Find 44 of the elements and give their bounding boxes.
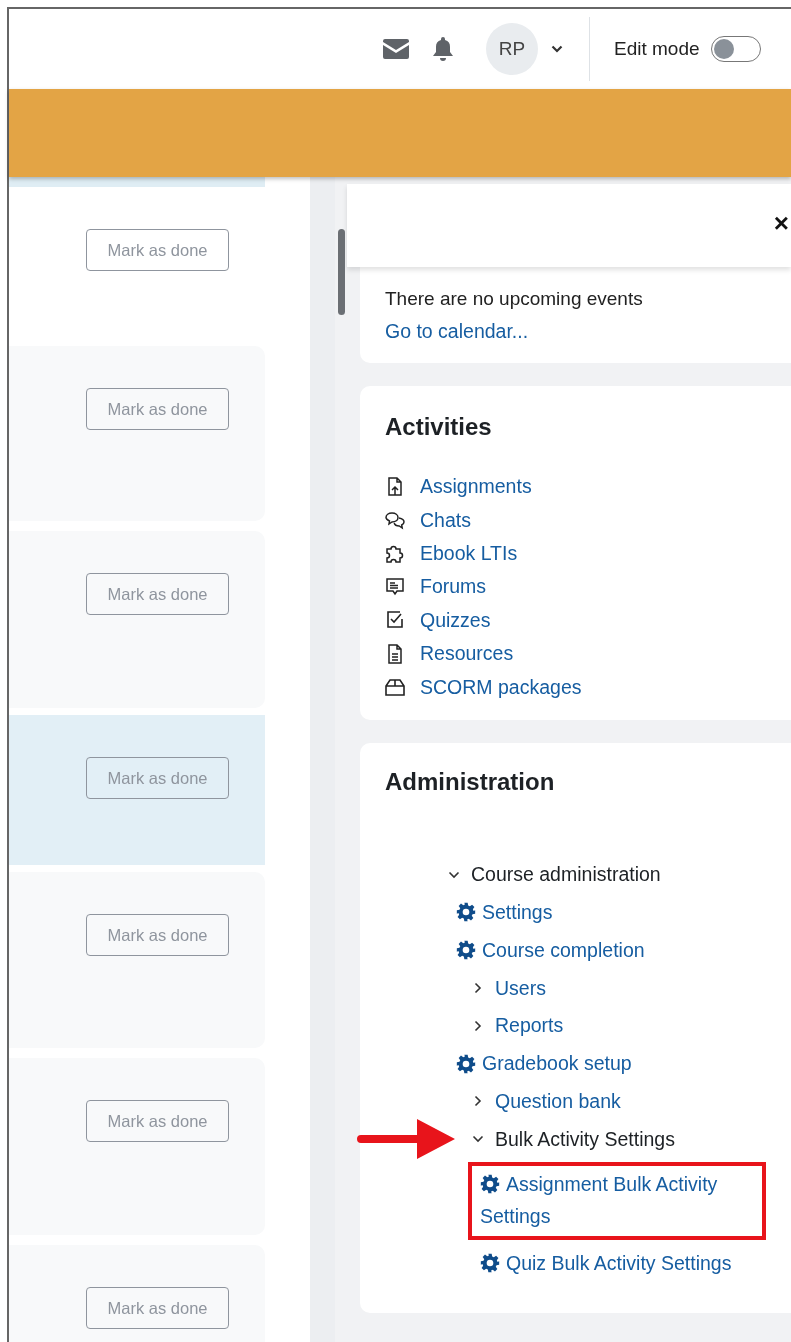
- activity-link[interactable]: Quizzes: [420, 608, 491, 632]
- chevron-right-icon[interactable]: [472, 982, 484, 994]
- card-title: Administration: [385, 766, 556, 797]
- chat-bubbles-icon: [385, 510, 405, 531]
- mail-icon[interactable]: [383, 39, 409, 59]
- checkbox-icon: [385, 610, 405, 631]
- gear-icon: [456, 902, 476, 923]
- forum-icon: [385, 576, 405, 597]
- activity-link[interactable]: Resources: [420, 642, 514, 666]
- tree-link[interactable]: Assignment Bulk Activity Settings: [480, 1168, 754, 1233]
- package-icon: [385, 677, 405, 698]
- activity-link[interactable]: Assignments: [420, 475, 532, 499]
- activity-link[interactable]: SCORM packages: [420, 675, 582, 699]
- chevron-right-icon[interactable]: [472, 1095, 484, 1108]
- activity-link[interactable]: Ebook LTIs: [420, 541, 518, 565]
- document-icon: [385, 643, 405, 664]
- tree-link[interactable]: Gradebook setup: [482, 1052, 632, 1076]
- gear-icon: [480, 1253, 500, 1273]
- bell-icon[interactable]: [432, 37, 454, 61]
- tree-link[interactable]: Course completion: [482, 938, 645, 962]
- no-events-text: There are no upcoming events: [385, 287, 644, 311]
- edit-mode-toggle[interactable]: [710, 36, 761, 62]
- user-avatar[interactable]: RP: [486, 23, 538, 75]
- gear-icon: [456, 1053, 476, 1074]
- gear-icon: [456, 940, 476, 961]
- gear-icon: [480, 1174, 500, 1195]
- close-button[interactable]: ×: [771, 208, 791, 239]
- card-title: Activities: [385, 412, 493, 442]
- calendar-link[interactable]: Go to calendar...: [385, 320, 529, 342]
- tree-label[interactable]: Course administration: [471, 863, 661, 887]
- chevron-down-icon[interactable]: [551, 45, 563, 53]
- document-upload-icon: [385, 476, 405, 497]
- chevron-right-icon[interactable]: [472, 1019, 484, 1032]
- tree-link[interactable]: Quiz Bulk Activity Settings: [506, 1251, 732, 1275]
- tree-link[interactable]: Users: [495, 976, 546, 1000]
- puzzle-icon: [385, 543, 405, 564]
- scrollbar[interactable]: [338, 229, 345, 315]
- activity-link[interactable]: Chats: [420, 508, 471, 532]
- edit-mode-label: Edit mode: [614, 38, 700, 60]
- tree-label[interactable]: Bulk Activity Settings: [495, 1127, 675, 1151]
- tree-link[interactable]: Reports: [495, 1014, 564, 1038]
- activity-link[interactable]: Forums: [420, 575, 487, 599]
- tree-link[interactable]: Settings: [482, 900, 553, 924]
- tree-link[interactable]: Question bank: [495, 1089, 621, 1113]
